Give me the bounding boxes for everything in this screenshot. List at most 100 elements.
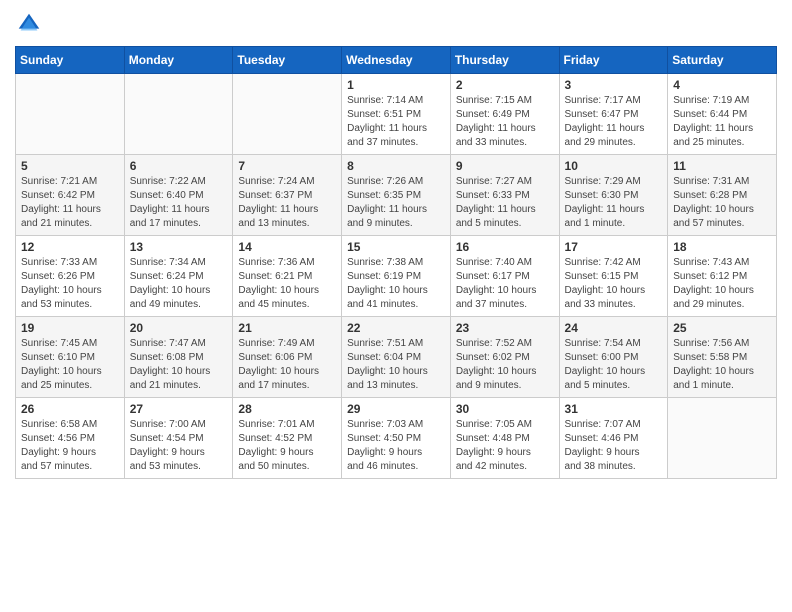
- calendar-cell: 12 Sunrise: 7:33 AM Sunset: 6:26 PM Dayli…: [16, 236, 125, 317]
- day-number: 1: [347, 78, 445, 92]
- day-number: 11: [673, 159, 771, 173]
- day-info: Sunrise: 7:17 AM Sunset: 6:47 PM Dayligh…: [565, 94, 663, 150]
- calendar-cell: 22Sunrise: 7:51 AM Sunset: 6:04 PM Dayli…: [342, 317, 451, 398]
- calendar-week-2: 5 Sunrise: 7:21 AM Sunset: 6:42 PM Daylig…: [16, 155, 777, 236]
- day-info: Sunrise: 7:40 AM Sunset: 6:17 PM Dayligh…: [456, 256, 554, 312]
- day-info: Sunrise: 7:54 AM Sunset: 6:00 PM Dayligh…: [565, 337, 663, 393]
- day-number: 20: [130, 321, 228, 335]
- day-info: Sunrise: 7:45 AM Sunset: 6:10 PM Dayligh…: [21, 337, 119, 393]
- day-info: Sunrise: 7:47 AM Sunset: 6:08 PM Dayligh…: [130, 337, 228, 393]
- day-number: 27: [130, 402, 228, 416]
- calendar-cell: 5 Sunrise: 7:21 AM Sunset: 6:42 PM Daylig…: [16, 155, 125, 236]
- calendar-cell: 28 Sunrise: 7:01 AM Sunset: 4:52 PM Dayli…: [233, 398, 342, 479]
- day-info: Sunrise: 7:52 AM Sunset: 6:02 PM Dayligh…: [456, 337, 554, 393]
- day-info: Sunrise: 7:03 AM Sunset: 4:50 PM Dayligh…: [347, 418, 445, 474]
- calendar-cell: 19Sunrise: 7:45 AM Sunset: 6:10 PM Dayli…: [16, 317, 125, 398]
- calendar-cell: 30 Sunrise: 7:05 AM Sunset: 4:48 PM Dayli…: [450, 398, 559, 479]
- day-info: Sunrise: 7:43 AM Sunset: 6:12 PM Dayligh…: [673, 256, 771, 312]
- day-info: Sunrise: 7:21 AM Sunset: 6:42 PM Dayligh…: [21, 175, 119, 231]
- day-number: 8: [347, 159, 445, 173]
- calendar-cell: 10 Sunrise: 7:29 AM Sunset: 6:30 PM Dayli…: [559, 155, 668, 236]
- day-number: 18: [673, 240, 771, 254]
- calendar-cell: 3 Sunrise: 7:17 AM Sunset: 6:47 PM Daylig…: [559, 74, 668, 155]
- calendar-cell: [668, 398, 777, 479]
- calendar: SundayMondayTuesdayWednesdayThursdayFrid…: [15, 46, 777, 479]
- calendar-cell: 24 Sunrise: 7:54 AM Sunset: 6:00 PM Dayli…: [559, 317, 668, 398]
- day-number: 31: [565, 402, 663, 416]
- calendar-cell: 20 Sunrise: 7:47 AM Sunset: 6:08 PM Dayli…: [124, 317, 233, 398]
- calendar-cell: 2Sunrise: 7:15 AM Sunset: 6:49 PM Daylig…: [450, 74, 559, 155]
- calendar-week-3: 12 Sunrise: 7:33 AM Sunset: 6:26 PM Dayli…: [16, 236, 777, 317]
- day-number: 28: [238, 402, 336, 416]
- day-info: Sunrise: 7:51 AM Sunset: 6:04 PM Dayligh…: [347, 337, 445, 393]
- day-header-saturday: Saturday: [668, 47, 777, 74]
- calendar-cell: 31Sunrise: 7:07 AM Sunset: 4:46 PM Dayli…: [559, 398, 668, 479]
- day-number: 30: [456, 402, 554, 416]
- calendar-cell: [16, 74, 125, 155]
- calendar-cell: 14Sunrise: 7:36 AM Sunset: 6:21 PM Dayli…: [233, 236, 342, 317]
- day-number: 29: [347, 402, 445, 416]
- day-info: Sunrise: 7:33 AM Sunset: 6:26 PM Dayligh…: [21, 256, 119, 312]
- day-info: Sunrise: 7:34 AM Sunset: 6:24 PM Dayligh…: [130, 256, 228, 312]
- calendar-cell: 6 Sunrise: 7:22 AM Sunset: 6:40 PM Daylig…: [124, 155, 233, 236]
- day-number: 26: [21, 402, 119, 416]
- day-number: 6: [130, 159, 228, 173]
- calendar-header-row: SundayMondayTuesdayWednesdayThursdayFrid…: [16, 47, 777, 74]
- day-number: 10: [565, 159, 663, 173]
- day-info: Sunrise: 7:00 AM Sunset: 4:54 PM Dayligh…: [130, 418, 228, 474]
- calendar-cell: 26 Sunrise: 6:58 AM Sunset: 4:56 PM Dayli…: [16, 398, 125, 479]
- day-number: 5: [21, 159, 119, 173]
- day-header-monday: Monday: [124, 47, 233, 74]
- day-info: Sunrise: 7:24 AM Sunset: 6:37 PM Dayligh…: [238, 175, 336, 231]
- day-info: Sunrise: 7:19 AM Sunset: 6:44 PM Dayligh…: [673, 94, 771, 150]
- day-number: 24: [565, 321, 663, 335]
- day-info: Sunrise: 6:58 AM Sunset: 4:56 PM Dayligh…: [21, 418, 119, 474]
- day-info: Sunrise: 7:05 AM Sunset: 4:48 PM Dayligh…: [456, 418, 554, 474]
- calendar-cell: 4 Sunrise: 7:19 AM Sunset: 6:44 PM Daylig…: [668, 74, 777, 155]
- day-info: Sunrise: 7:27 AM Sunset: 6:33 PM Dayligh…: [456, 175, 554, 231]
- day-number: 23: [456, 321, 554, 335]
- day-number: 12: [21, 240, 119, 254]
- calendar-cell: 15 Sunrise: 7:38 AM Sunset: 6:19 PM Dayli…: [342, 236, 451, 317]
- calendar-week-1: 1 Sunrise: 7:14 AM Sunset: 6:51 PM Daylig…: [16, 74, 777, 155]
- day-header-thursday: Thursday: [450, 47, 559, 74]
- day-number: 9: [456, 159, 554, 173]
- day-number: 25: [673, 321, 771, 335]
- calendar-cell: 23 Sunrise: 7:52 AM Sunset: 6:02 PM Dayli…: [450, 317, 559, 398]
- day-header-friday: Friday: [559, 47, 668, 74]
- day-info: Sunrise: 7:22 AM Sunset: 6:40 PM Dayligh…: [130, 175, 228, 231]
- day-info: Sunrise: 7:29 AM Sunset: 6:30 PM Dayligh…: [565, 175, 663, 231]
- day-info: Sunrise: 7:15 AM Sunset: 6:49 PM Dayligh…: [456, 94, 554, 150]
- calendar-cell: 11Sunrise: 7:31 AM Sunset: 6:28 PM Dayli…: [668, 155, 777, 236]
- calendar-cell: 9 Sunrise: 7:27 AM Sunset: 6:33 PM Daylig…: [450, 155, 559, 236]
- calendar-cell: 25 Sunrise: 7:56 AM Sunset: 5:58 PM Dayli…: [668, 317, 777, 398]
- logo: [15, 10, 47, 38]
- day-number: 15: [347, 240, 445, 254]
- calendar-cell: 16 Sunrise: 7:40 AM Sunset: 6:17 PM Dayli…: [450, 236, 559, 317]
- day-info: Sunrise: 7:01 AM Sunset: 4:52 PM Dayligh…: [238, 418, 336, 474]
- day-info: Sunrise: 7:56 AM Sunset: 5:58 PM Dayligh…: [673, 337, 771, 393]
- calendar-cell: 13 Sunrise: 7:34 AM Sunset: 6:24 PM Dayli…: [124, 236, 233, 317]
- calendar-cell: 1 Sunrise: 7:14 AM Sunset: 6:51 PM Daylig…: [342, 74, 451, 155]
- calendar-cell: 8 Sunrise: 7:26 AM Sunset: 6:35 PM Daylig…: [342, 155, 451, 236]
- calendar-cell: 7 Sunrise: 7:24 AM Sunset: 6:37 PM Daylig…: [233, 155, 342, 236]
- day-info: Sunrise: 7:26 AM Sunset: 6:35 PM Dayligh…: [347, 175, 445, 231]
- logo-icon: [15, 10, 43, 38]
- calendar-cell: [124, 74, 233, 155]
- day-number: 17: [565, 240, 663, 254]
- day-info: Sunrise: 7:42 AM Sunset: 6:15 PM Dayligh…: [565, 256, 663, 312]
- calendar-cell: 21Sunrise: 7:49 AM Sunset: 6:06 PM Dayli…: [233, 317, 342, 398]
- day-number: 3: [565, 78, 663, 92]
- day-header-sunday: Sunday: [16, 47, 125, 74]
- day-number: 16: [456, 240, 554, 254]
- calendar-week-5: 26 Sunrise: 6:58 AM Sunset: 4:56 PM Dayli…: [16, 398, 777, 479]
- day-number: 4: [673, 78, 771, 92]
- calendar-cell: 17 Sunrise: 7:42 AM Sunset: 6:15 PM Dayli…: [559, 236, 668, 317]
- day-number: 21: [238, 321, 336, 335]
- day-number: 13: [130, 240, 228, 254]
- day-header-tuesday: Tuesday: [233, 47, 342, 74]
- day-info: Sunrise: 7:38 AM Sunset: 6:19 PM Dayligh…: [347, 256, 445, 312]
- day-info: Sunrise: 7:14 AM Sunset: 6:51 PM Dayligh…: [347, 94, 445, 150]
- day-number: 7: [238, 159, 336, 173]
- header: [15, 10, 777, 38]
